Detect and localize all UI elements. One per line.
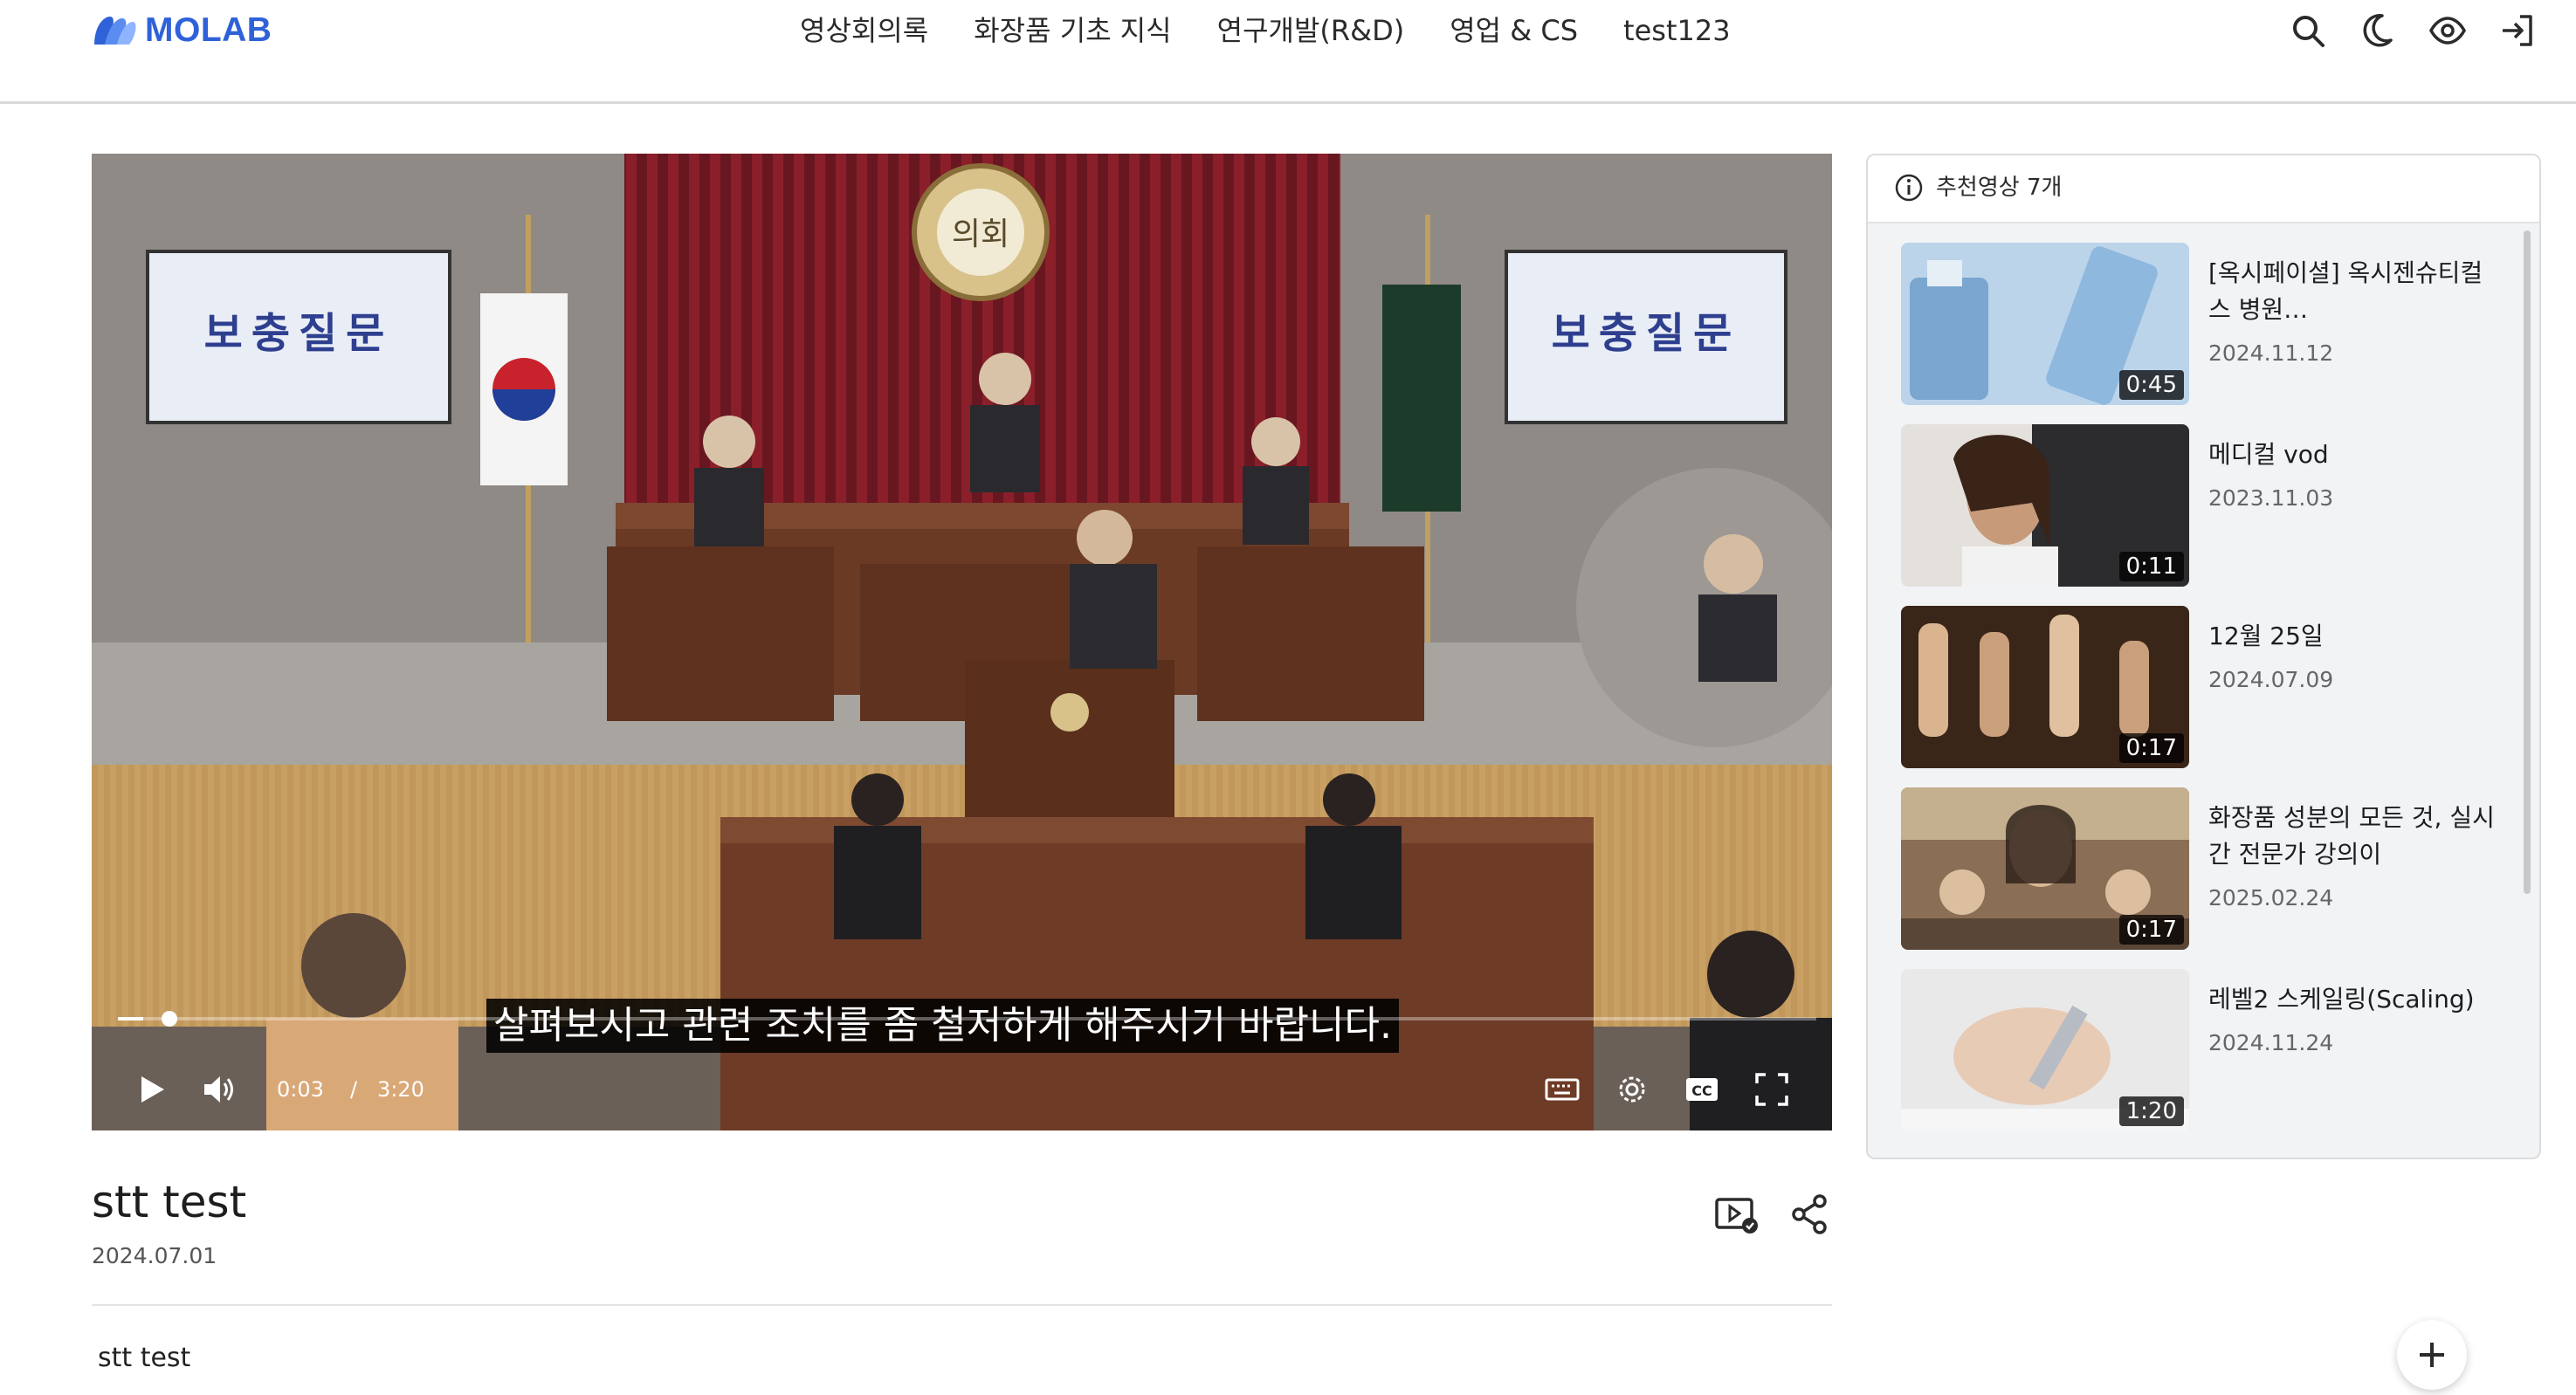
- nav-item-rnd[interactable]: 연구개발(R&D): [1217, 10, 1405, 51]
- recommended-title: 12월 25일: [2208, 622, 2324, 650]
- recommended-item[interactable]: 0:45 [옥시페이셜] 옥시젠슈티컬스 병원… 2024.11.12: [1901, 243, 2504, 405]
- video-thumbnail: 0:17: [1901, 606, 2189, 768]
- video-player[interactable]: 보충질문 보충질문 의회 살펴보시고 관련 조치를 좀 철저하게 해주시기 바랍…: [92, 154, 1832, 1130]
- video-duration: 0:45: [2118, 370, 2184, 400]
- site-header: MOLAB 영상회의록 화장품 기초 지식 연구개발(R&D) 영업 & CS …: [0, 0, 2576, 104]
- scene-sign-left: 보충질문: [204, 309, 394, 358]
- recommended-videos-panel: 추천영상 7개 0:45 [옥시페이셜] 옥시젠슈티컬스 병원… 2024.11…: [1866, 154, 2541, 1159]
- recommended-title: 화장품 성분의 모든 것, 실시간 전문가 강의이: [2208, 803, 2495, 869]
- nav-item-sales-cs[interactable]: 영업 & CS: [1450, 10, 1578, 51]
- recommended-header: 추천영상 7개: [1868, 155, 2539, 223]
- video-date: 2024.07.01: [92, 1243, 217, 1268]
- search-icon[interactable]: [2290, 12, 2326, 49]
- keyboard-icon[interactable]: [1541, 1069, 1583, 1110]
- recommended-item[interactable]: 0:11 메디컬 vod 2023.11.03: [1901, 424, 2504, 587]
- player-controls: 0:03 / 3:20 CC: [92, 1062, 1832, 1123]
- current-time: 0:03: [277, 1077, 324, 1102]
- recommended-title: [옥시페이셜] 옥시젠슈티컬스 병원…: [2208, 258, 2483, 324]
- video-duration: 0:11: [2118, 552, 2184, 581]
- recommended-title: 메디컬 vod: [2208, 440, 2329, 469]
- recommended-date: 2025.02.24: [2208, 885, 2334, 911]
- total-duration: 3:20: [377, 1077, 424, 1102]
- video-thumbnail: 0:11: [1901, 424, 2189, 587]
- recommended-item[interactable]: 0:17 12월 25일 2024.07.09: [1901, 606, 2504, 768]
- scene-sign-right: 보충질문: [1552, 309, 1741, 358]
- video-duration: 0:17: [2118, 915, 2184, 945]
- recommended-date: 2023.11.03: [2208, 485, 2334, 511]
- divider: [92, 1304, 1832, 1306]
- settings-gear-icon[interactable]: [1611, 1069, 1653, 1110]
- share-icon[interactable]: [1785, 1189, 1836, 1240]
- recommended-title: 레벨2 스케일링(Scaling): [2208, 985, 2475, 1014]
- scene-emblem-text: 의회: [952, 216, 1009, 252]
- add-to-playlist-icon[interactable]: [1712, 1189, 1762, 1240]
- recommended-item[interactable]: 0:17 화장품 성분의 모든 것, 실시간 전문가 강의이 2025.02.2…: [1901, 787, 2504, 950]
- eye-icon[interactable]: [2429, 12, 2466, 49]
- video-thumbnail: 1:20: [1901, 969, 2189, 1131]
- video-thumbnail: 0:17: [1901, 787, 2189, 950]
- plus-icon: [2420, 1343, 2444, 1367]
- info-icon: [1895, 174, 1923, 202]
- time-separator: /: [350, 1077, 358, 1102]
- recommended-date: 2024.11.24: [2208, 1030, 2334, 1055]
- moon-icon[interactable]: [2359, 12, 2396, 49]
- video-title: stt test: [92, 1177, 247, 1227]
- nav-item-meeting-minutes[interactable]: 영상회의록: [800, 10, 928, 51]
- login-icon[interactable]: [2499, 12, 2536, 49]
- recommended-count: 추천영상 7개: [1936, 175, 2063, 201]
- seek-bar-handle[interactable]: [162, 1011, 178, 1027]
- video-duration: 0:17: [2118, 733, 2184, 763]
- svg-text:CC: CC: [1691, 1082, 1712, 1099]
- captions-icon[interactable]: CC: [1681, 1069, 1723, 1110]
- nav-item-cosmetics-basics[interactable]: 화장품 기초 지식: [974, 10, 1171, 51]
- volume-icon[interactable]: [198, 1069, 240, 1110]
- recommended-date: 2024.07.09: [2208, 667, 2334, 692]
- recommended-scrollbar[interactable]: [2524, 230, 2531, 894]
- video-frame: 보충질문 보충질문 의회: [92, 154, 1832, 1130]
- recommended-item[interactable]: 1:20 레벨2 스케일링(Scaling) 2024.11.24: [1901, 969, 2504, 1131]
- video-thumbnail: 0:45: [1901, 243, 2189, 405]
- logo-mark-icon: [94, 17, 136, 45]
- seek-bar[interactable]: [118, 1011, 1816, 1027]
- fullscreen-icon[interactable]: [1751, 1069, 1793, 1110]
- video-duration: 1:20: [2118, 1096, 2184, 1126]
- nav-item-test123[interactable]: test123: [1623, 10, 1731, 51]
- play-icon[interactable]: [130, 1069, 172, 1110]
- video-actions: [1712, 1189, 1836, 1240]
- main-nav: 영상회의록 화장품 기초 지식 연구개발(R&D) 영업 & CS test12…: [800, 10, 1731, 51]
- video-description: stt test: [98, 1343, 191, 1373]
- add-button[interactable]: [2397, 1320, 2467, 1390]
- logo[interactable]: MOLAB: [91, 10, 272, 51]
- logo-text: MOLAB: [145, 11, 272, 49]
- seek-bar-fill: [118, 1017, 144, 1020]
- header-actions: [2290, 12, 2536, 49]
- recommended-date: 2024.11.12: [2208, 340, 2334, 366]
